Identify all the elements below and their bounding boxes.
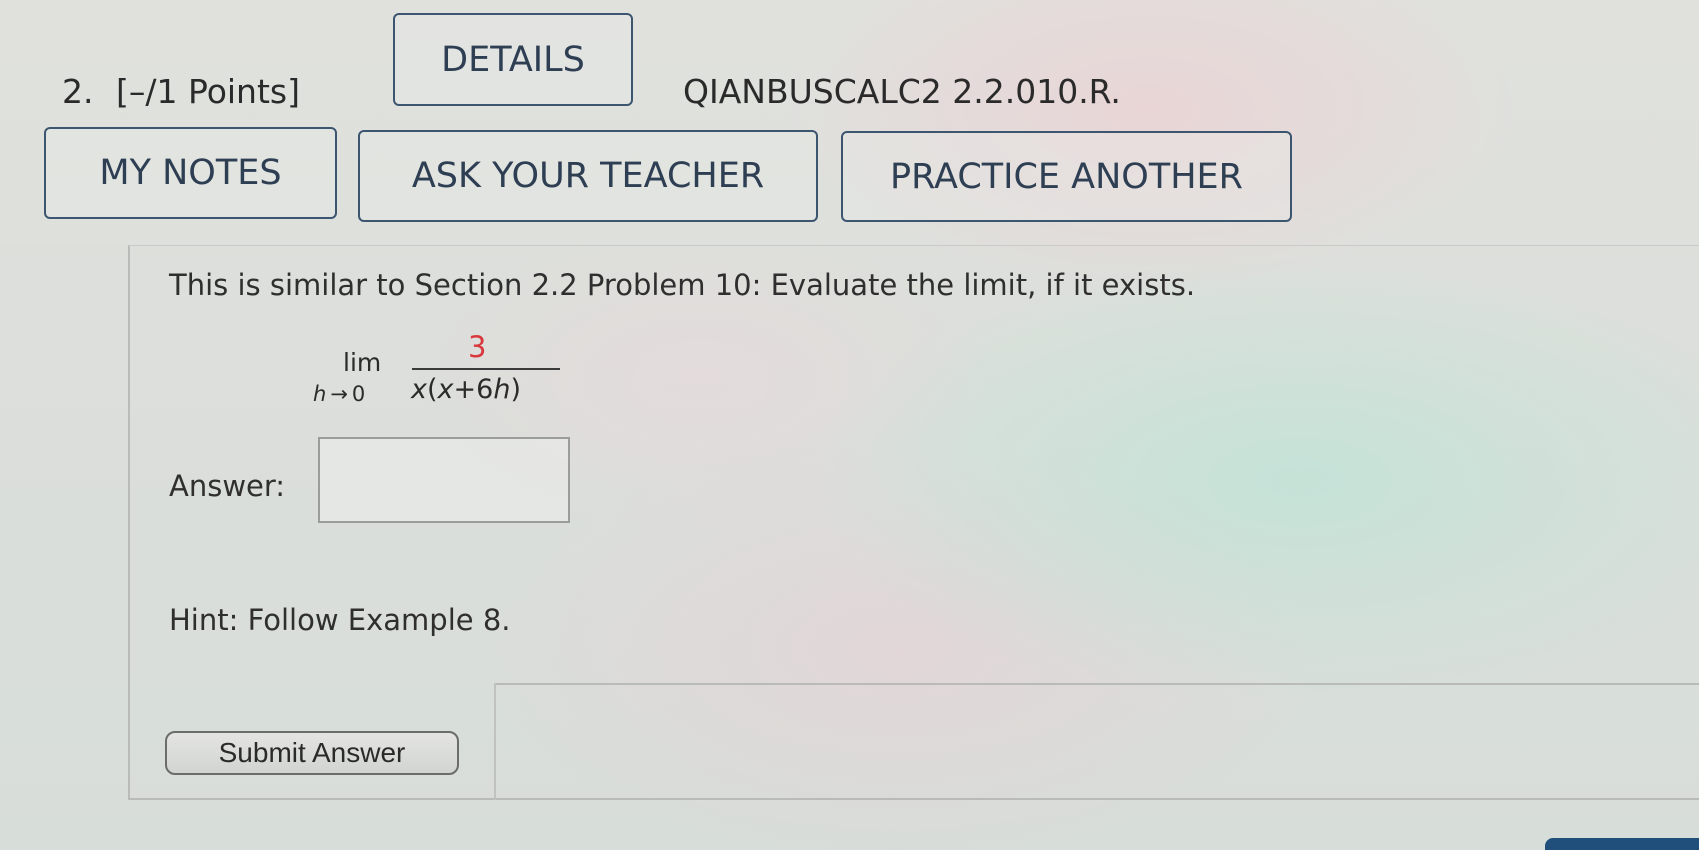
answer-label: Answer: bbox=[169, 469, 286, 503]
question-number: 2. bbox=[62, 72, 94, 111]
question-code: QIANBUSCALC2 2.2.010.R. bbox=[683, 72, 1121, 111]
limit-subscript: h → 0 bbox=[313, 382, 365, 406]
denominator-open-paren: ( bbox=[426, 374, 438, 405]
limit-target: 0 bbox=[351, 382, 366, 406]
bottom-right-tab bbox=[1545, 838, 1699, 850]
problem-statement: This is similar to Section 2.2 Problem 1… bbox=[169, 268, 1196, 302]
ask-your-teacher-button[interactable]: ASK YOUR TEACHER bbox=[358, 130, 818, 222]
divider-vertical bbox=[494, 683, 496, 800]
denominator-x: x bbox=[411, 374, 427, 405]
denominator-h: h bbox=[493, 374, 511, 405]
divider bbox=[494, 683, 1699, 685]
limit-variable: h bbox=[313, 382, 327, 406]
denominator-x-inner: x bbox=[437, 374, 454, 405]
limit-expression: lim h → 0 3 x(x+6h) bbox=[305, 330, 565, 420]
fraction-denominator: x(x+6h) bbox=[411, 374, 521, 405]
submit-answer-button[interactable]: Submit Answer bbox=[165, 731, 459, 775]
limit-arrow: → bbox=[330, 382, 348, 406]
hint-text: Hint: Follow Example 8. bbox=[169, 603, 511, 637]
fraction-numerator: 3 bbox=[468, 330, 487, 364]
my-notes-button[interactable]: MY NOTES bbox=[44, 127, 337, 219]
fraction-bar bbox=[412, 368, 560, 370]
limit-word: lim bbox=[343, 348, 382, 377]
denominator-plus-six: +6 bbox=[453, 374, 494, 405]
denominator-close-paren: ) bbox=[510, 374, 521, 405]
practice-another-button[interactable]: PRACTICE ANOTHER bbox=[841, 131, 1292, 222]
details-button[interactable]: DETAILS bbox=[393, 13, 633, 106]
question-points: [–/1 Points] bbox=[116, 72, 300, 111]
answer-input[interactable] bbox=[318, 437, 570, 523]
